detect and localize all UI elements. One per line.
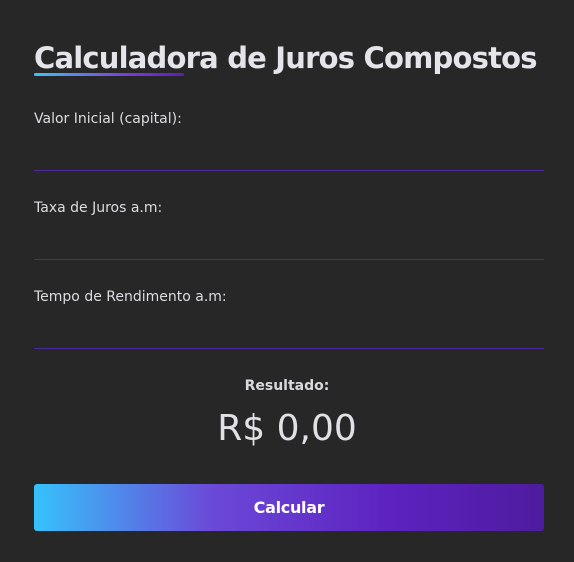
- calculator-card: Calculadora de Juros Compostos Valor Ini…: [0, 0, 574, 562]
- calculate-button[interactable]: Calcular: [34, 484, 544, 531]
- capital-label: Valor Inicial (capital):: [34, 111, 182, 127]
- page-title-wrap: Calculadora de Juros Compostos: [34, 38, 554, 78]
- period-field: Tempo de Rendimento a.m:: [34, 287, 544, 349]
- interest-rate-label: Taxa de Juros a.m:: [34, 200, 163, 216]
- page-title: Calculadora de Juros Compostos: [34, 41, 538, 75]
- period-input[interactable]: [34, 329, 544, 349]
- title-underline: [34, 73, 184, 76]
- result-value: R$ 0,00: [217, 408, 357, 449]
- result-label: Resultado:: [244, 378, 330, 394]
- interest-rate-input[interactable]: [34, 240, 544, 260]
- capital-field: Valor Inicial (capital):: [34, 109, 544, 171]
- interest-rate-field: Taxa de Juros a.m:: [34, 198, 544, 260]
- capital-input[interactable]: [34, 151, 544, 171]
- period-label: Tempo de Rendimento a.m:: [34, 289, 227, 305]
